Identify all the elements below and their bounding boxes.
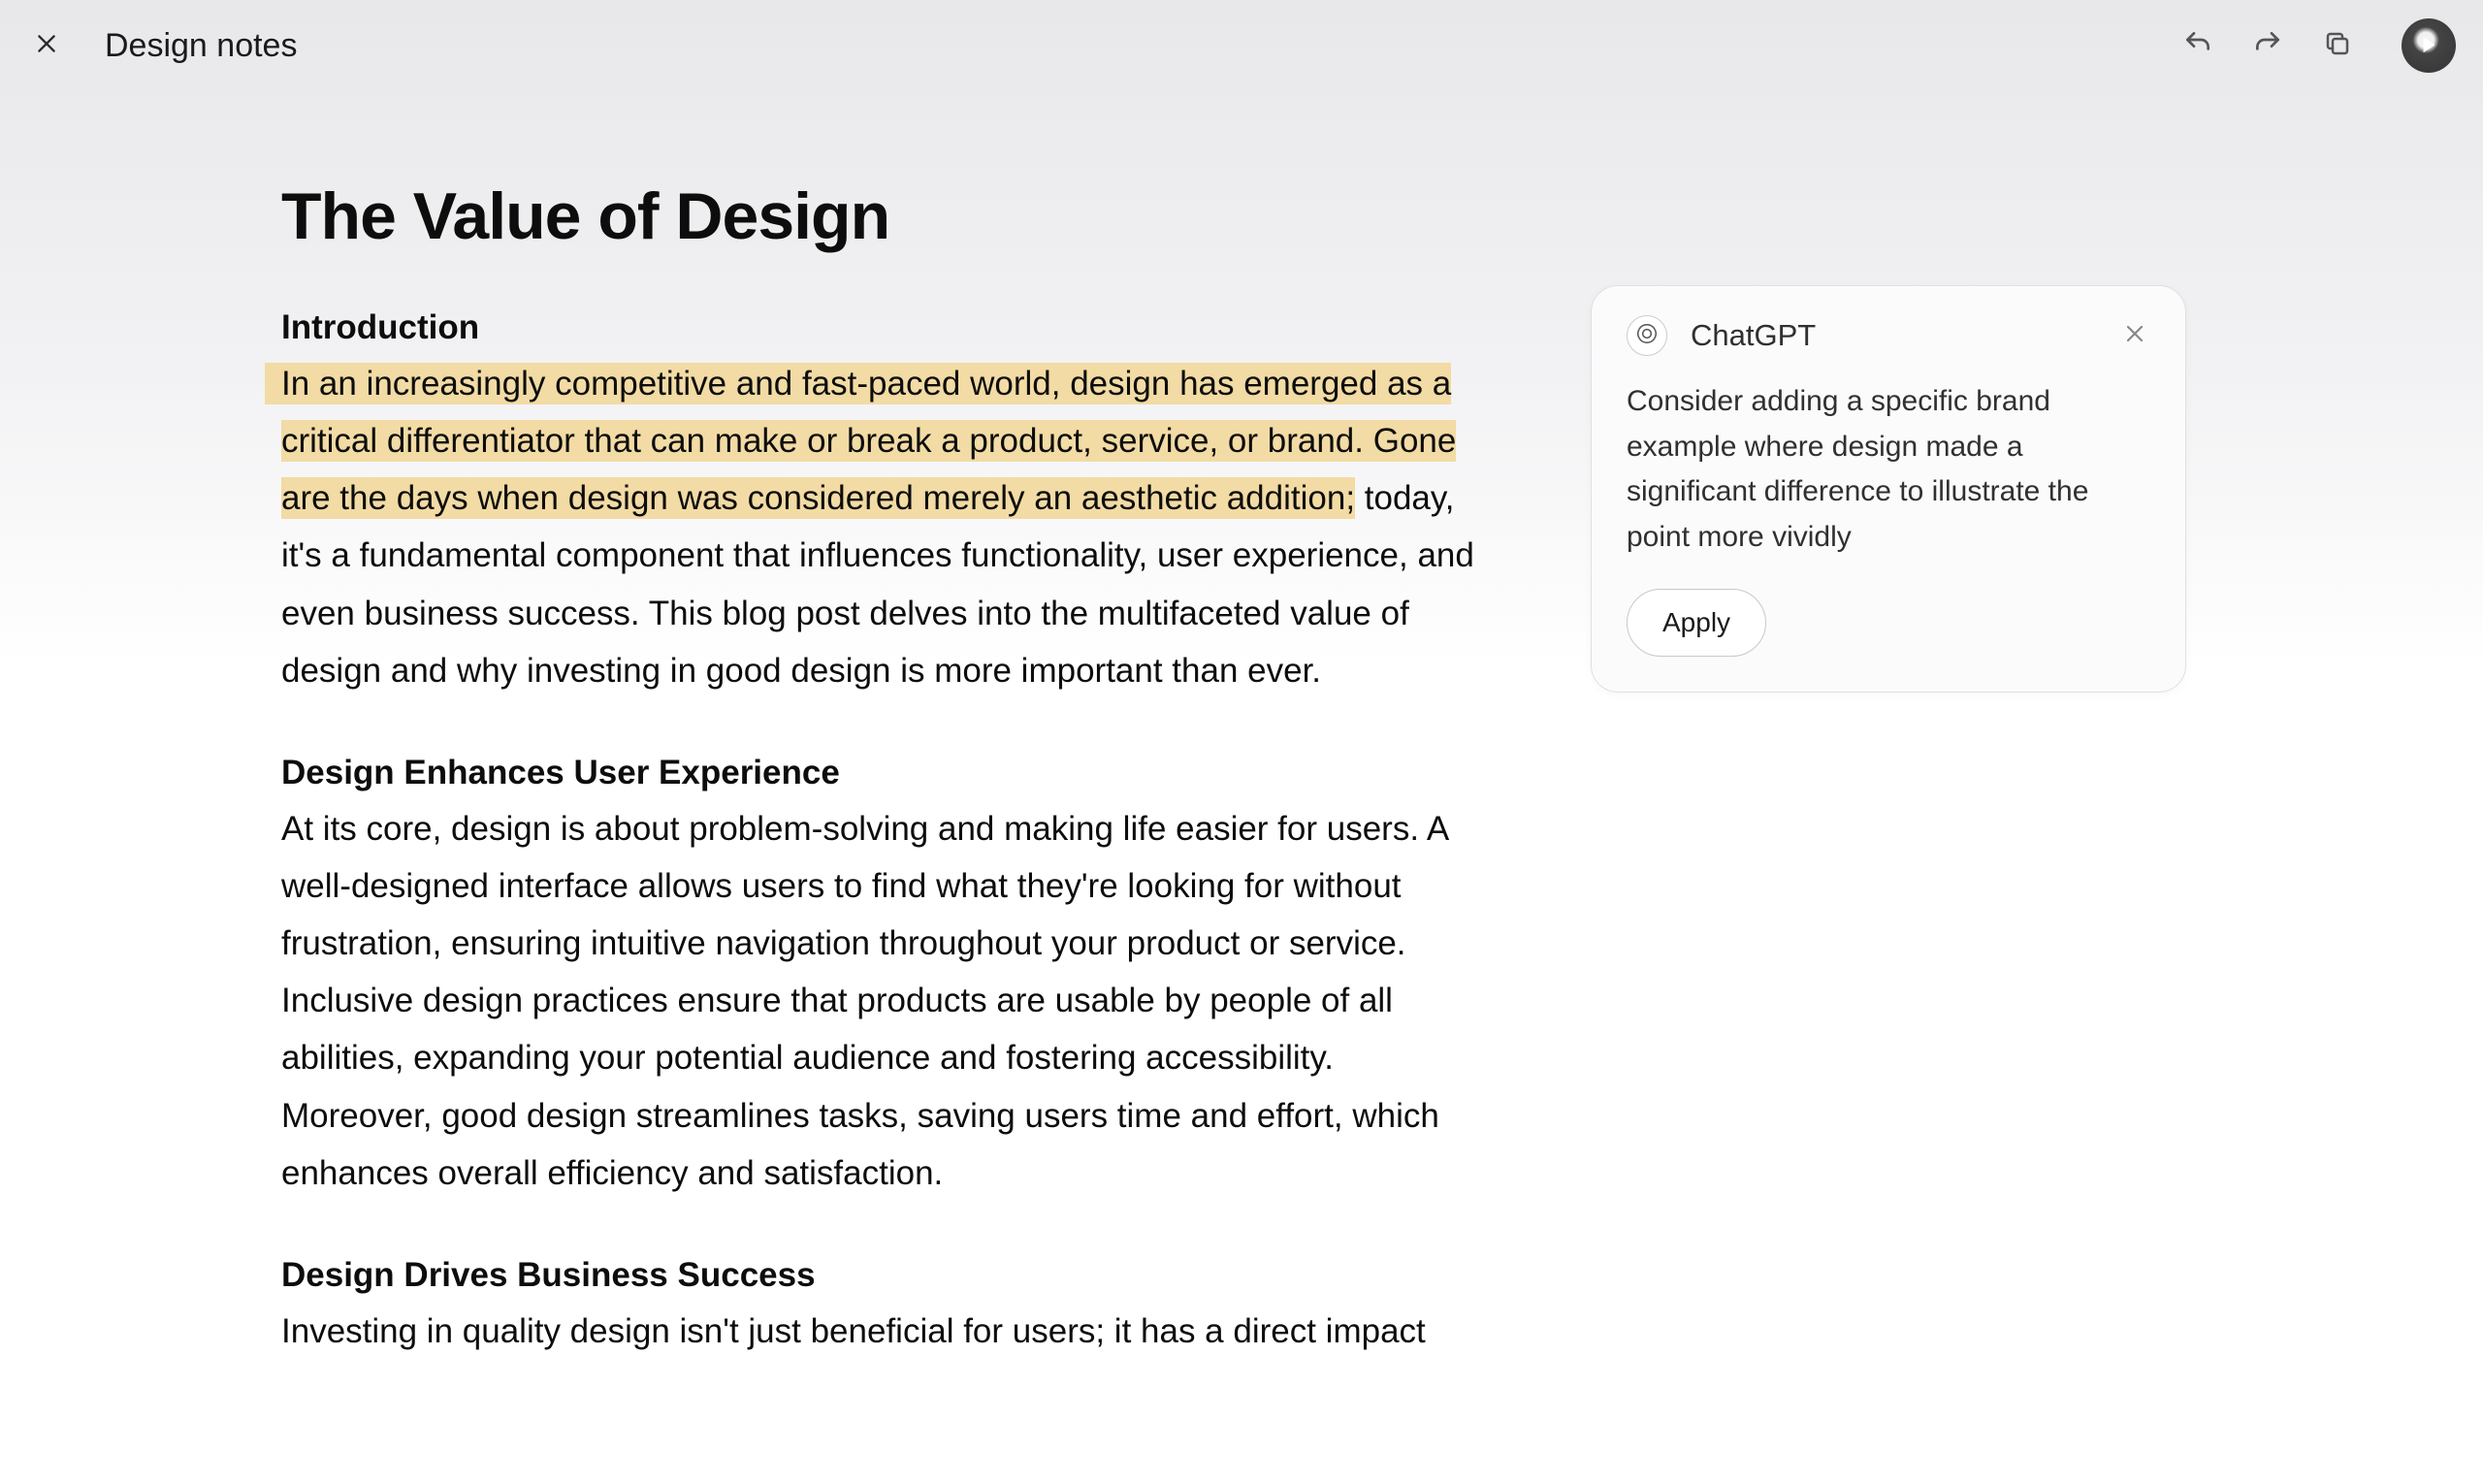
openai-icon <box>1634 321 1660 351</box>
header-bar: Design notes <box>0 0 2483 91</box>
redo-icon <box>2252 28 2283 64</box>
document-title: Design notes <box>105 27 297 65</box>
undo-button[interactable] <box>2180 28 2215 63</box>
content-area: The Value of Design Introduction In an i… <box>0 178 2483 1484</box>
section-heading-intro: Introduction <box>281 308 1474 347</box>
redo-button[interactable] <box>2250 28 2285 63</box>
section-body-intro: In an increasingly competitive and fast-… <box>281 355 1474 699</box>
close-icon <box>2123 322 2146 350</box>
page-title: The Value of Design <box>281 178 1474 254</box>
toolbar <box>2180 28 2355 63</box>
copy-icon <box>2323 29 2352 63</box>
suggestion-header: ChatGPT <box>1627 315 2150 356</box>
suggestion-text: Consider adding a specific brand example… <box>1627 379 2150 560</box>
section-heading-business: Design Drives Business Success <box>281 1256 1474 1295</box>
document-body[interactable]: The Value of Design Introduction In an i… <box>281 178 1474 1360</box>
section-heading-ux: Design Enhances User Experience <box>281 754 1474 792</box>
suggestion-close-button[interactable] <box>2119 320 2150 351</box>
section-body-business: Investing in quality design isn't just b… <box>281 1303 1474 1360</box>
apply-button[interactable]: Apply <box>1627 589 1766 657</box>
avatar[interactable] <box>2402 18 2456 73</box>
section-body-ux: At its core, design is about problem-sol… <box>281 800 1474 1202</box>
undo-icon <box>2182 28 2213 64</box>
copy-button[interactable] <box>2320 28 2355 63</box>
highlighted-text[interactable]: In an increasingly competitive and fast-… <box>281 363 1456 519</box>
suggestion-source: ChatGPT <box>1691 318 1816 353</box>
close-icon <box>34 31 59 61</box>
chatgpt-logo <box>1627 315 1667 356</box>
suggestion-card: ChatGPT Consider adding a specific brand… <box>1591 285 2186 693</box>
close-button[interactable] <box>27 26 66 65</box>
